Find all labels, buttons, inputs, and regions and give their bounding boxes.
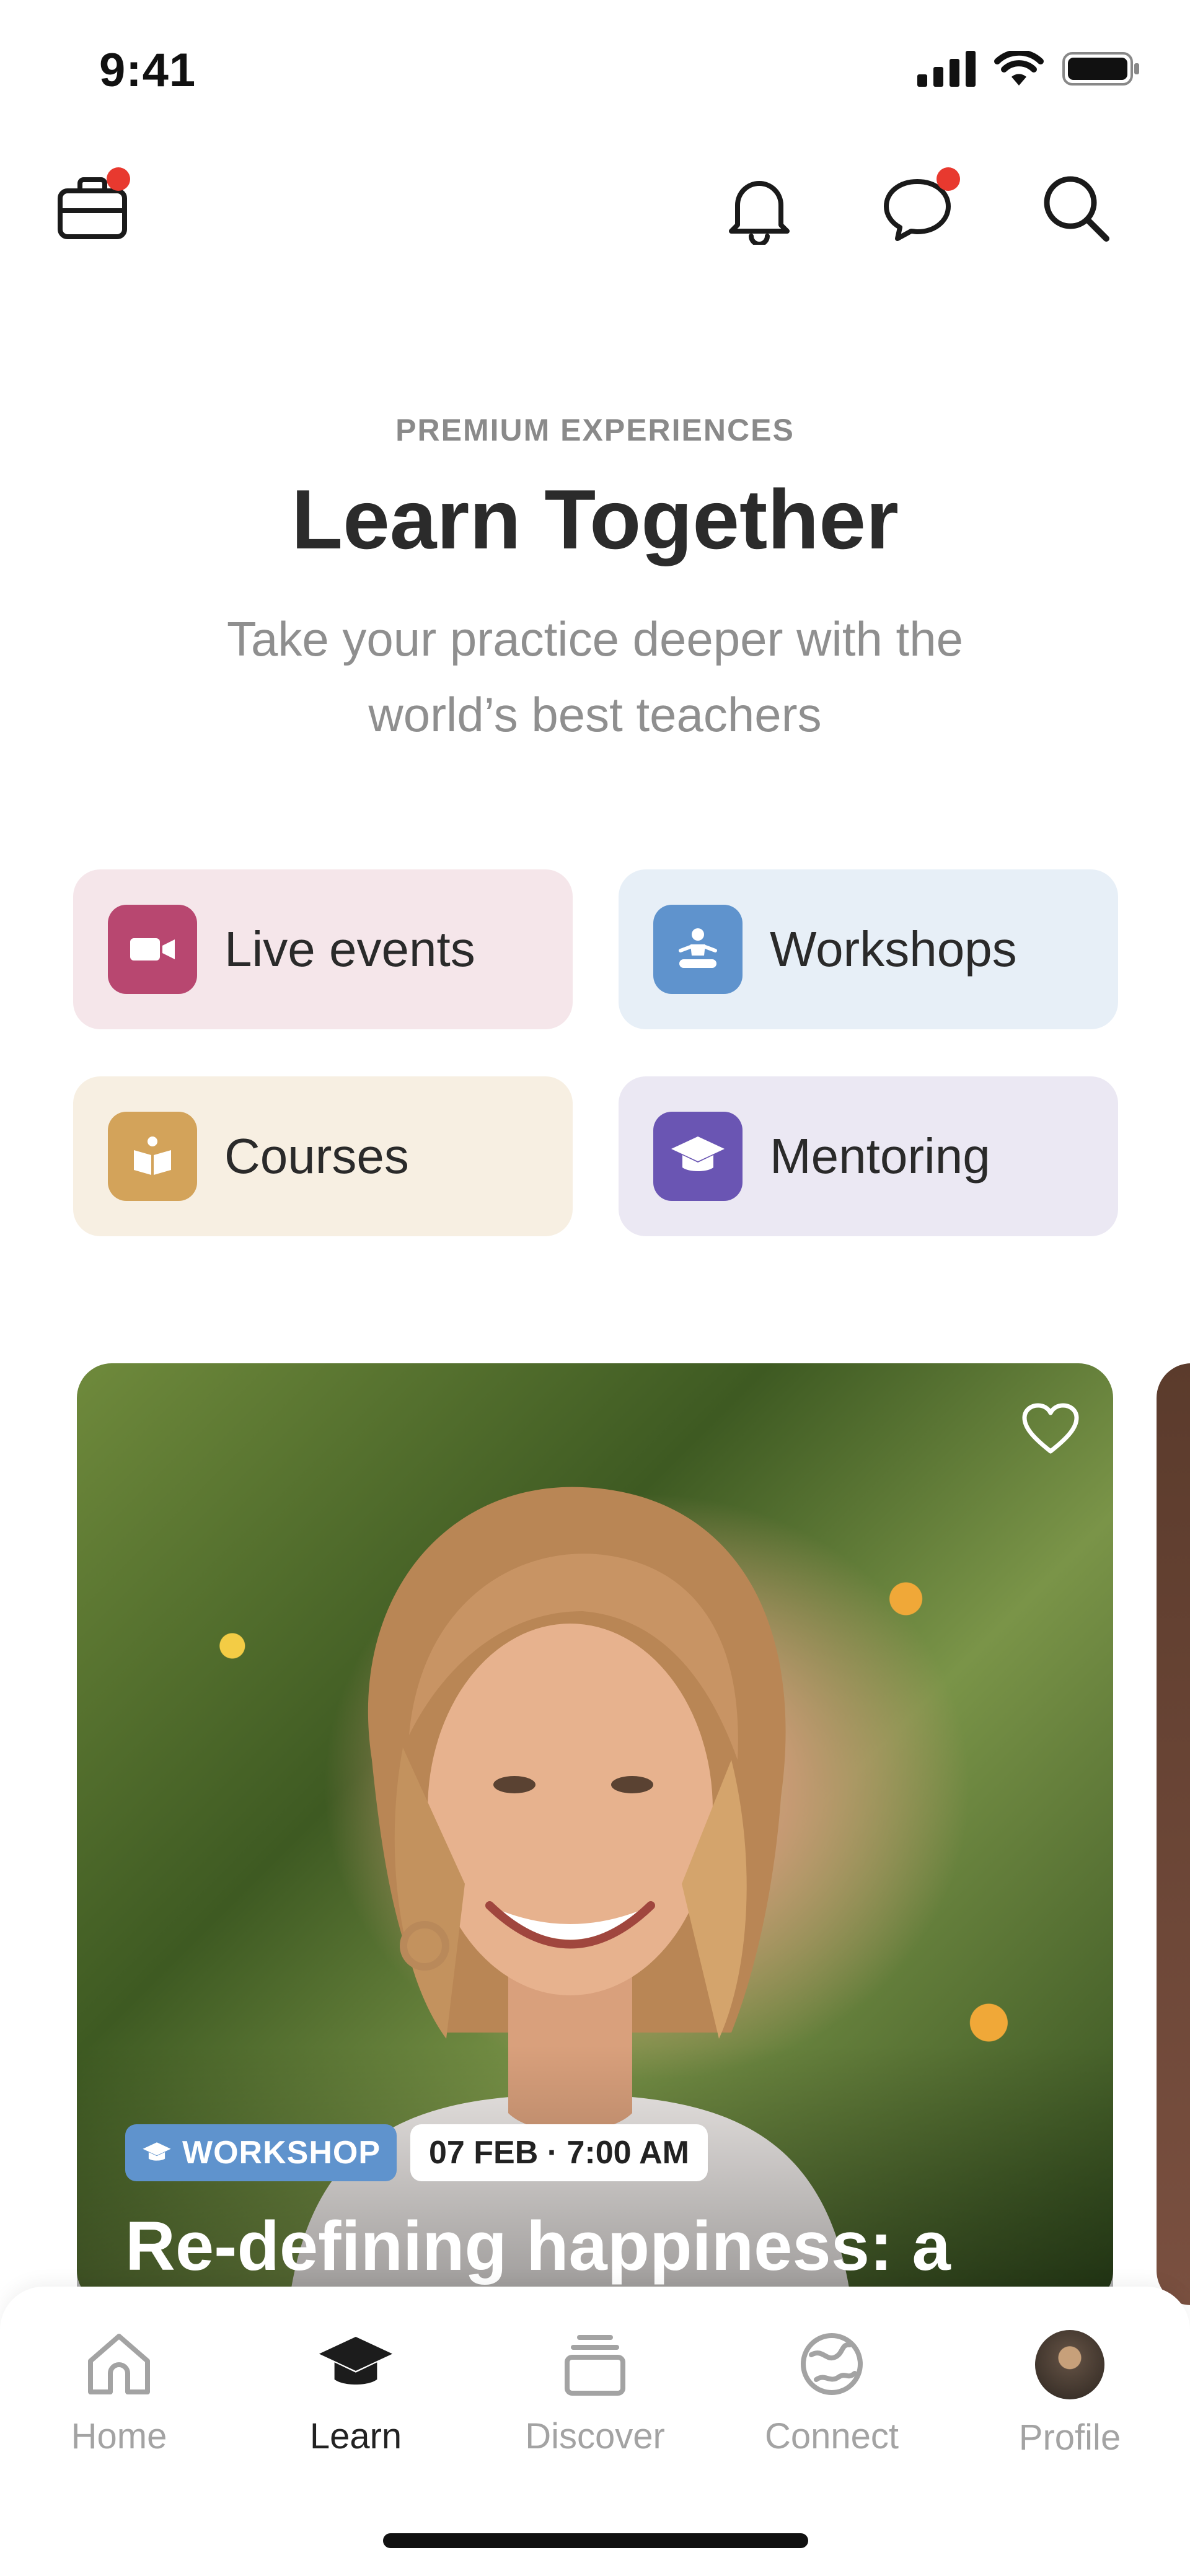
page-subtitle: Take your practice deeper with the world…: [186, 601, 1004, 752]
date-badge: 07 FEB · 7:00 AM: [410, 2124, 708, 2181]
tab-profile[interactable]: Profile: [977, 2330, 1163, 2458]
graduation-cap-icon: [653, 1112, 743, 1201]
notifications-button[interactable]: [719, 167, 800, 248]
graduation-cap-icon: [319, 2337, 393, 2385]
tab-label: Discover: [525, 2416, 665, 2456]
workshop-badge: WORKSHOP: [125, 2124, 397, 2181]
tab-label: Connect: [764, 2416, 899, 2456]
subtitle-line: Take your practice deeper with the: [227, 612, 963, 666]
tab-home[interactable]: Home: [26, 2330, 212, 2457]
tab-label: Home: [71, 2416, 167, 2456]
category-label: Mentoring: [770, 1128, 990, 1184]
category-workshops[interactable]: Workshops: [619, 869, 1118, 1029]
tab-discover[interactable]: Discover: [502, 2330, 688, 2457]
notification-dot: [107, 167, 130, 191]
bell-icon: [729, 181, 790, 245]
category-mentoring[interactable]: Mentoring: [619, 1076, 1118, 1236]
category-label: Courses: [224, 1128, 409, 1184]
stack-icon: [565, 2335, 625, 2396]
tab-label: Learn: [309, 2416, 402, 2456]
book-icon: [108, 1112, 197, 1201]
favorite-button[interactable]: [1016, 1394, 1085, 1462]
section-eyebrow: PREMIUM EXPERIENCES: [395, 413, 795, 447]
category-label: Live events: [224, 921, 475, 977]
search-button[interactable]: [1035, 167, 1116, 248]
briefcase-button[interactable]: [52, 167, 133, 248]
next-card-peek[interactable]: [1157, 1363, 1190, 2305]
signal-icon: [917, 51, 976, 87]
tab-connect[interactable]: Connect: [739, 2330, 925, 2457]
wifi-icon: [994, 51, 1044, 86]
meditation-icon: [653, 905, 743, 994]
card-title: Re-defining happiness: a: [125, 2207, 951, 2285]
badge-label: WORKSHOP: [182, 2135, 381, 2171]
battery-icon: [1062, 52, 1139, 86]
notification-dot: [937, 167, 960, 191]
messages-button[interactable]: [877, 167, 960, 248]
avatar: [1035, 2330, 1104, 2399]
page-title: Learn Together: [291, 472, 899, 566]
tab-learn[interactable]: Learn: [263, 2330, 449, 2457]
tab-label: Profile: [1018, 2417, 1121, 2458]
status-time: 9:41: [99, 44, 196, 97]
graduation-cap-icon: [143, 2142, 171, 2161]
category-courses[interactable]: Courses: [73, 1076, 573, 1236]
globe-icon: [801, 2333, 863, 2395]
search-icon: [1044, 176, 1109, 242]
home-icon: [88, 2334, 150, 2394]
category-live-events[interactable]: Live events: [73, 869, 573, 1029]
heart-icon: [1022, 1403, 1079, 1454]
video-camera-icon: [108, 905, 197, 994]
subtitle-line: world’s best teachers: [368, 687, 822, 742]
category-label: Workshops: [770, 921, 1017, 977]
home-indicator: [383, 2533, 808, 2548]
status-icons: [917, 51, 1140, 87]
